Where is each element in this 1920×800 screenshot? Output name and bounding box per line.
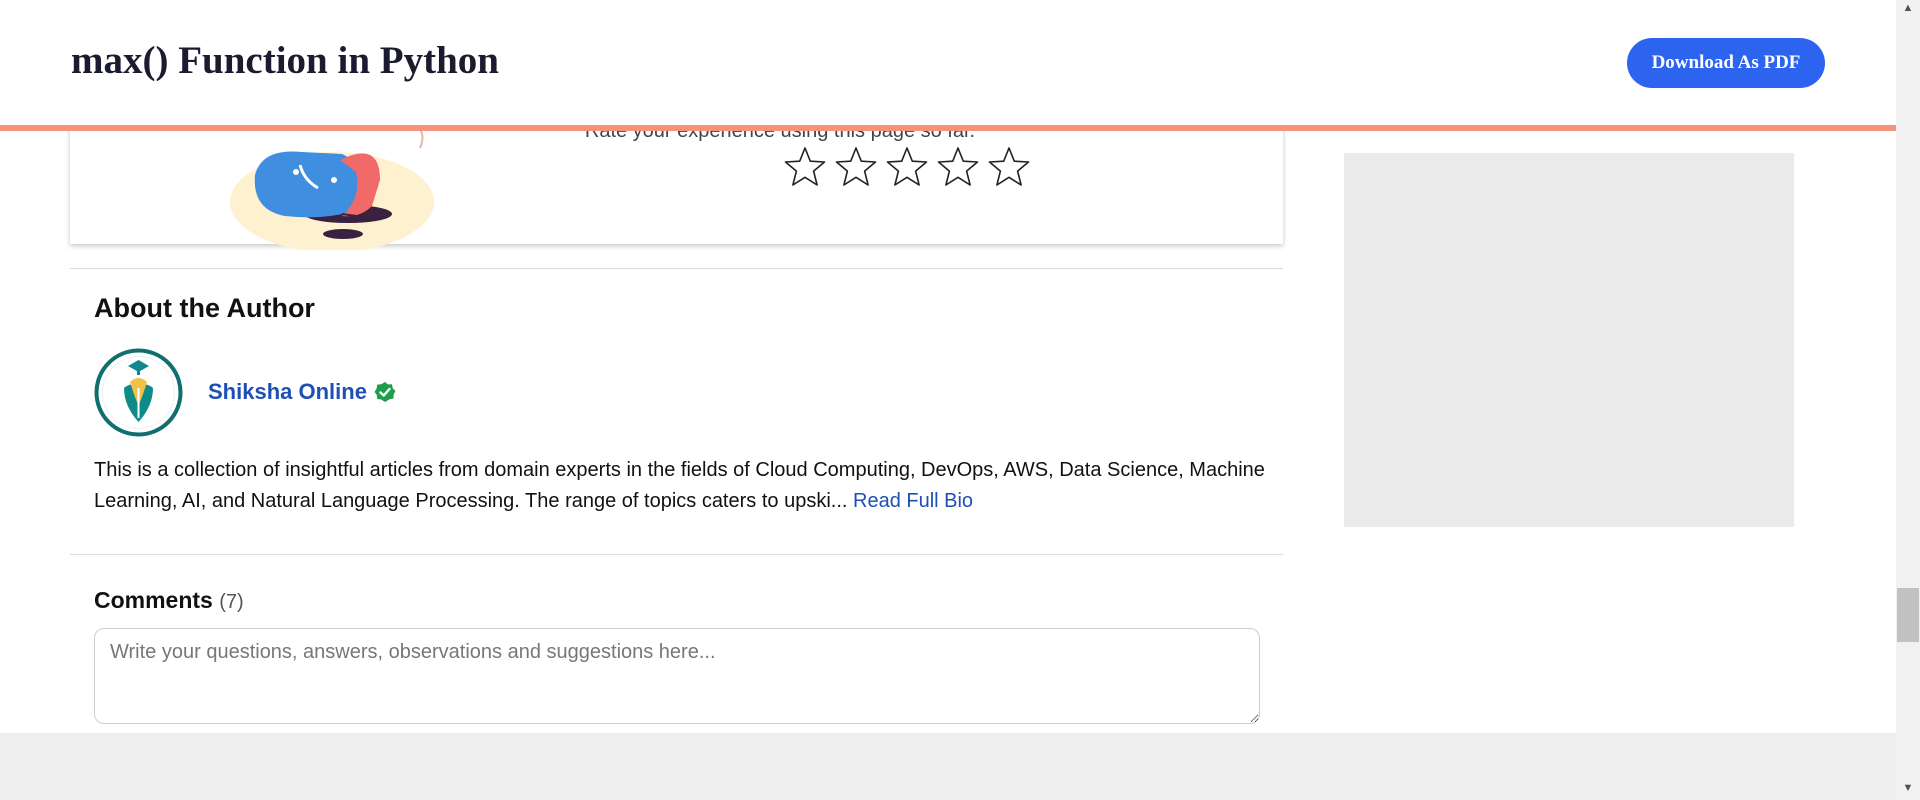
sidebar-ad-slot: [1344, 153, 1794, 527]
section-divider: [70, 554, 1283, 555]
star-outline-icon[interactable]: [936, 145, 980, 189]
author-bio-text: This is a collection of insightful artic…: [94, 459, 1265, 512]
author-name-link[interactable]: Shiksha Online: [208, 379, 367, 405]
scroll-up-arrow-icon[interactable]: ▲: [1899, 2, 1917, 16]
footer-band: [0, 733, 1896, 800]
page-scrollbar[interactable]: [1896, 0, 1920, 800]
author-avatar[interactable]: [94, 348, 183, 437]
comments-label: Comments: [94, 587, 213, 613]
page-title: max() Function in Python: [71, 39, 499, 82]
about-author-heading: About the Author: [94, 293, 315, 323]
scroll-down-arrow-icon[interactable]: ▼: [1899, 782, 1917, 796]
star-rating: [783, 145, 1031, 189]
star-outline-icon[interactable]: [987, 145, 1031, 189]
scrollbar-thumb[interactable]: [1897, 588, 1919, 642]
page-header: max() Function in Python Download As PDF: [0, 0, 1896, 126]
star-outline-icon[interactable]: [885, 145, 929, 189]
star-outline-icon[interactable]: [783, 145, 827, 189]
reader-illustration: [230, 119, 434, 250]
verified-check-icon: [374, 382, 396, 402]
comment-input[interactable]: [94, 628, 1260, 724]
section-divider: [70, 268, 1283, 269]
star-outline-icon[interactable]: [834, 145, 878, 189]
download-pdf-button[interactable]: Download As PDF: [1627, 38, 1825, 88]
reading-progress-bar: [0, 125, 1896, 131]
comments-count: (7): [219, 591, 244, 613]
read-full-bio-link[interactable]: Read Full Bio: [853, 490, 973, 512]
author-bio: This is a collection of insightful artic…: [94, 455, 1274, 517]
comments-heading: Comments (7): [94, 587, 244, 614]
